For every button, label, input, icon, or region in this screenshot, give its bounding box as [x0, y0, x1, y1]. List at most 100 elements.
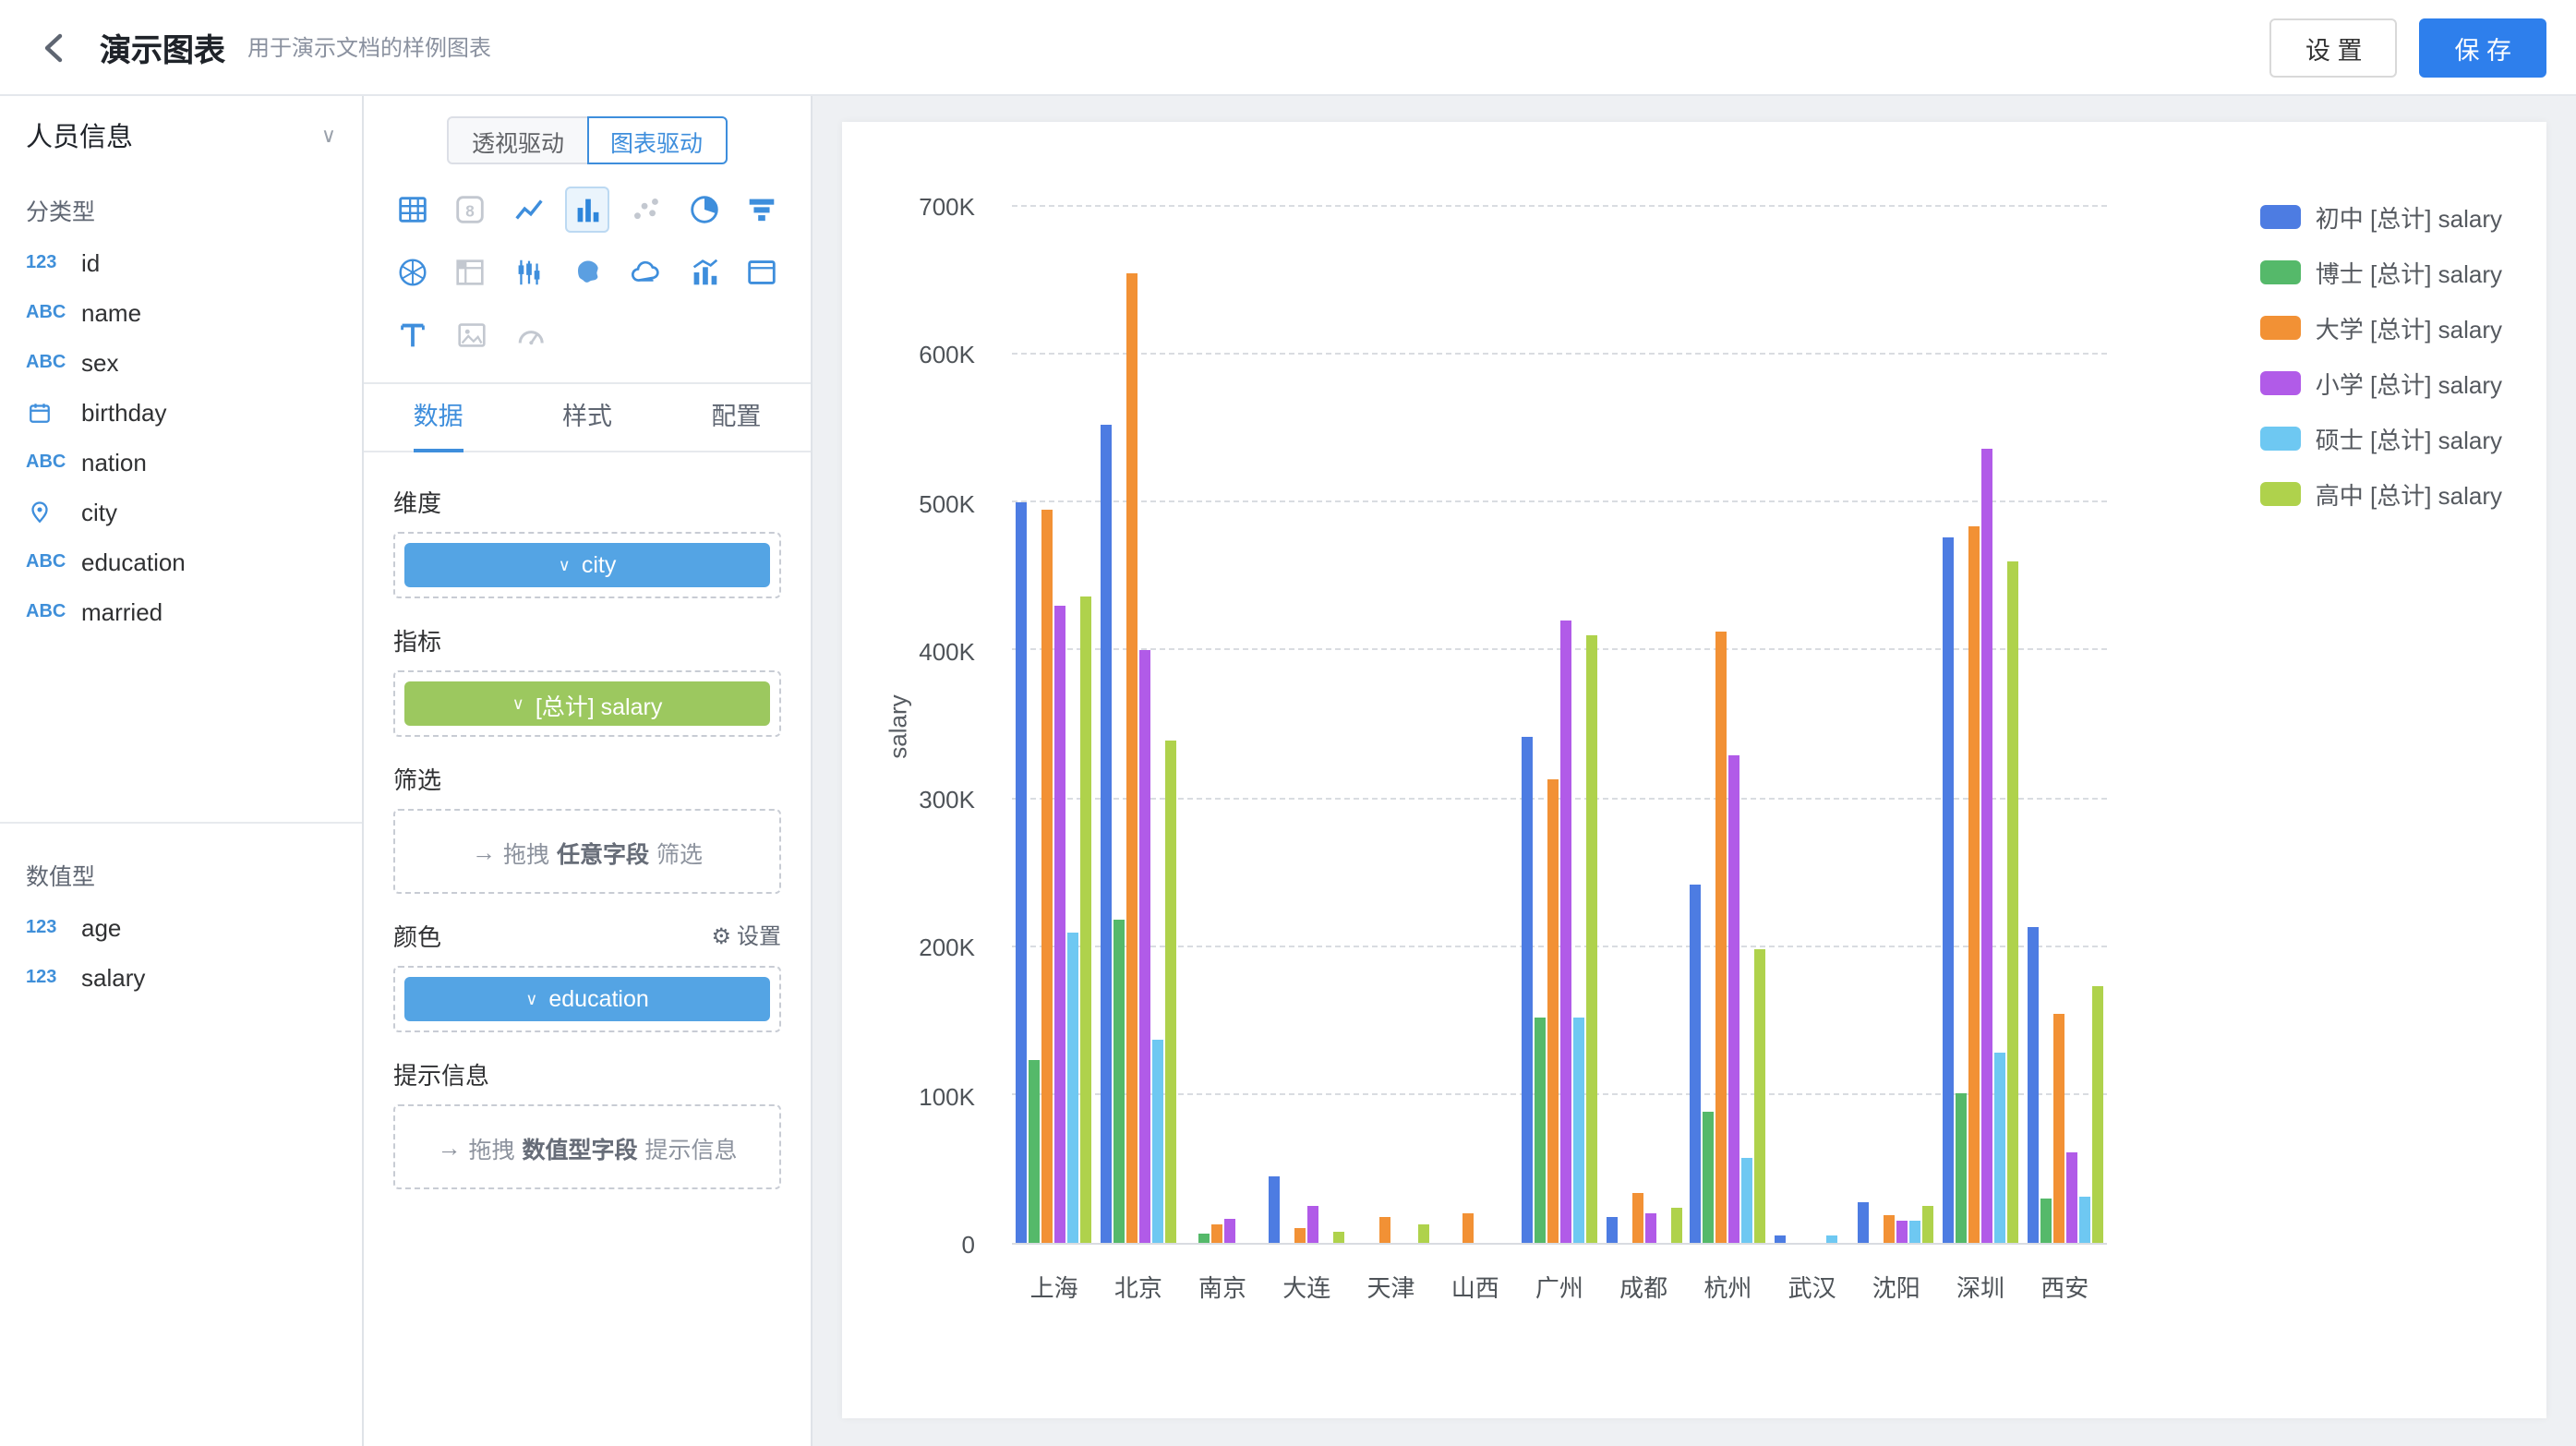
- bar[interactable]: [1017, 503, 1028, 1243]
- bar[interactable]: [1269, 1176, 1280, 1243]
- bar[interactable]: [1884, 1215, 1896, 1243]
- pie-chart-icon[interactable]: [681, 187, 727, 233]
- bar[interactable]: [1956, 1093, 1967, 1243]
- bar[interactable]: [1210, 1223, 1222, 1243]
- legend-item[interactable]: 大学 [总计] salary: [2260, 310, 2502, 345]
- pivot-table-icon[interactable]: [448, 249, 493, 295]
- field-item-city[interactable]: city: [0, 488, 362, 537]
- bar[interactable]: [2007, 560, 2018, 1243]
- line-chart-icon[interactable]: [506, 187, 551, 233]
- dimension-drop-area[interactable]: ∨ city: [393, 532, 781, 598]
- bar[interactable]: [1573, 1018, 1584, 1243]
- tooltip-drop-area[interactable]: → 拖拽数值型字段提示信息: [393, 1104, 781, 1189]
- word-cloud-icon[interactable]: [623, 249, 668, 295]
- bar[interactable]: [1152, 1040, 1163, 1243]
- bar[interactable]: [1198, 1234, 1209, 1243]
- bar[interactable]: [1715, 632, 1727, 1243]
- bar[interactable]: [1741, 1159, 1752, 1243]
- text-icon[interactable]: [390, 312, 436, 358]
- config-tab[interactable]: 配置: [662, 384, 811, 451]
- image-icon[interactable]: [449, 312, 495, 358]
- legend-item[interactable]: 初中 [总计] salary: [2260, 199, 2502, 235]
- legend-item[interactable]: 博士 [总计] salary: [2260, 255, 2502, 290]
- bar[interactable]: [1703, 1111, 1714, 1243]
- gauge-chart-icon[interactable]: [508, 312, 554, 358]
- bar[interactable]: [1307, 1206, 1318, 1243]
- bar[interactable]: [2052, 1014, 2064, 1243]
- bar[interactable]: [1775, 1235, 1786, 1243]
- field-item-sex[interactable]: ABCsex: [0, 338, 362, 388]
- bar[interactable]: [2065, 1152, 2076, 1243]
- measure-drop-area[interactable]: ∨ [总计] salary: [393, 670, 781, 737]
- field-item-birthday[interactable]: birthday: [0, 388, 362, 438]
- field-item-nation[interactable]: ABCnation: [0, 438, 362, 488]
- config-tab[interactable]: 数据: [364, 384, 512, 451]
- dataset-selector[interactable]: 人员信息 ∨: [0, 96, 362, 174]
- bar[interactable]: [1547, 779, 1559, 1243]
- radar-chart-icon[interactable]: [390, 249, 435, 295]
- bar[interactable]: [1606, 1216, 1617, 1243]
- bar[interactable]: [1586, 636, 1597, 1243]
- bar[interactable]: [1994, 1054, 2005, 1243]
- bar[interactable]: [1670, 1208, 1681, 1243]
- bar[interactable]: [1897, 1221, 1908, 1243]
- field-item-married[interactable]: ABCmarried: [0, 587, 362, 637]
- bar[interactable]: [1081, 596, 1092, 1243]
- bar[interactable]: [1055, 607, 1066, 1243]
- bar[interactable]: [1333, 1231, 1344, 1243]
- bar[interactable]: [1560, 620, 1571, 1243]
- mode-tab-inactive[interactable]: 透视驱动: [448, 116, 588, 164]
- bar[interactable]: [1690, 885, 1701, 1243]
- field-item-id[interactable]: 123id: [0, 238, 362, 288]
- bar[interactable]: [2027, 926, 2038, 1243]
- funnel-chart-icon[interactable]: [740, 187, 785, 233]
- kpi-card-icon[interactable]: 8: [448, 187, 493, 233]
- color-pill[interactable]: ∨ education: [404, 977, 770, 1021]
- bar[interactable]: [1968, 526, 1980, 1243]
- bar[interactable]: [1923, 1206, 1934, 1243]
- bar[interactable]: [1535, 1018, 1546, 1243]
- filter-drop-area[interactable]: → 拖拽任意字段筛选: [393, 809, 781, 894]
- dimension-pill[interactable]: ∨ city: [404, 543, 770, 587]
- bar[interactable]: [2091, 985, 2102, 1243]
- bar[interactable]: [1139, 651, 1150, 1243]
- bar[interactable]: [1522, 737, 1533, 1243]
- bar[interactable]: [1644, 1213, 1655, 1243]
- bar[interactable]: [1910, 1221, 1921, 1243]
- scatter-chart-icon[interactable]: [623, 187, 668, 233]
- legend-item[interactable]: 小学 [总计] salary: [2260, 366, 2502, 401]
- bar[interactable]: [1378, 1218, 1390, 1243]
- bar[interactable]: [1463, 1213, 1475, 1243]
- bar[interactable]: [1728, 754, 1739, 1243]
- mode-tab-active[interactable]: 图表驱动: [586, 116, 727, 164]
- bar[interactable]: [1826, 1235, 1837, 1243]
- bar[interactable]: [1417, 1223, 1428, 1243]
- bar[interactable]: [1631, 1193, 1643, 1243]
- field-item-salary[interactable]: 123salary: [0, 953, 362, 1003]
- bar[interactable]: [1943, 536, 1954, 1243]
- bar[interactable]: [1223, 1219, 1234, 1243]
- legend-item[interactable]: 硕士 [总计] salary: [2260, 421, 2502, 456]
- measure-pill[interactable]: ∨ [总计] salary: [404, 681, 770, 726]
- field-item-age[interactable]: 123age: [0, 903, 362, 953]
- bar[interactable]: [1068, 932, 1079, 1243]
- map-chart-icon[interactable]: [564, 249, 609, 295]
- field-item-education[interactable]: ABCeducation: [0, 537, 362, 587]
- bar[interactable]: [1165, 740, 1176, 1243]
- bar[interactable]: [1859, 1203, 1870, 1243]
- bar-chart-icon[interactable]: [564, 187, 609, 233]
- field-item-name[interactable]: ABCname: [0, 288, 362, 338]
- bar[interactable]: [1113, 921, 1125, 1243]
- bar[interactable]: [2040, 1199, 2051, 1243]
- bar[interactable]: [1981, 448, 1992, 1243]
- combo-chart-icon[interactable]: [681, 249, 727, 295]
- candlestick-chart-icon[interactable]: [506, 249, 551, 295]
- frame-panel-icon[interactable]: [740, 249, 785, 295]
- bar[interactable]: [1294, 1228, 1306, 1243]
- back-button[interactable]: [30, 21, 81, 73]
- settings-button[interactable]: 设 置: [2270, 18, 2398, 77]
- bar[interactable]: [2078, 1197, 2089, 1243]
- color-drop-area[interactable]: ∨ education: [393, 966, 781, 1032]
- save-button[interactable]: 保 存: [2419, 18, 2546, 77]
- bar[interactable]: [1029, 1061, 1041, 1243]
